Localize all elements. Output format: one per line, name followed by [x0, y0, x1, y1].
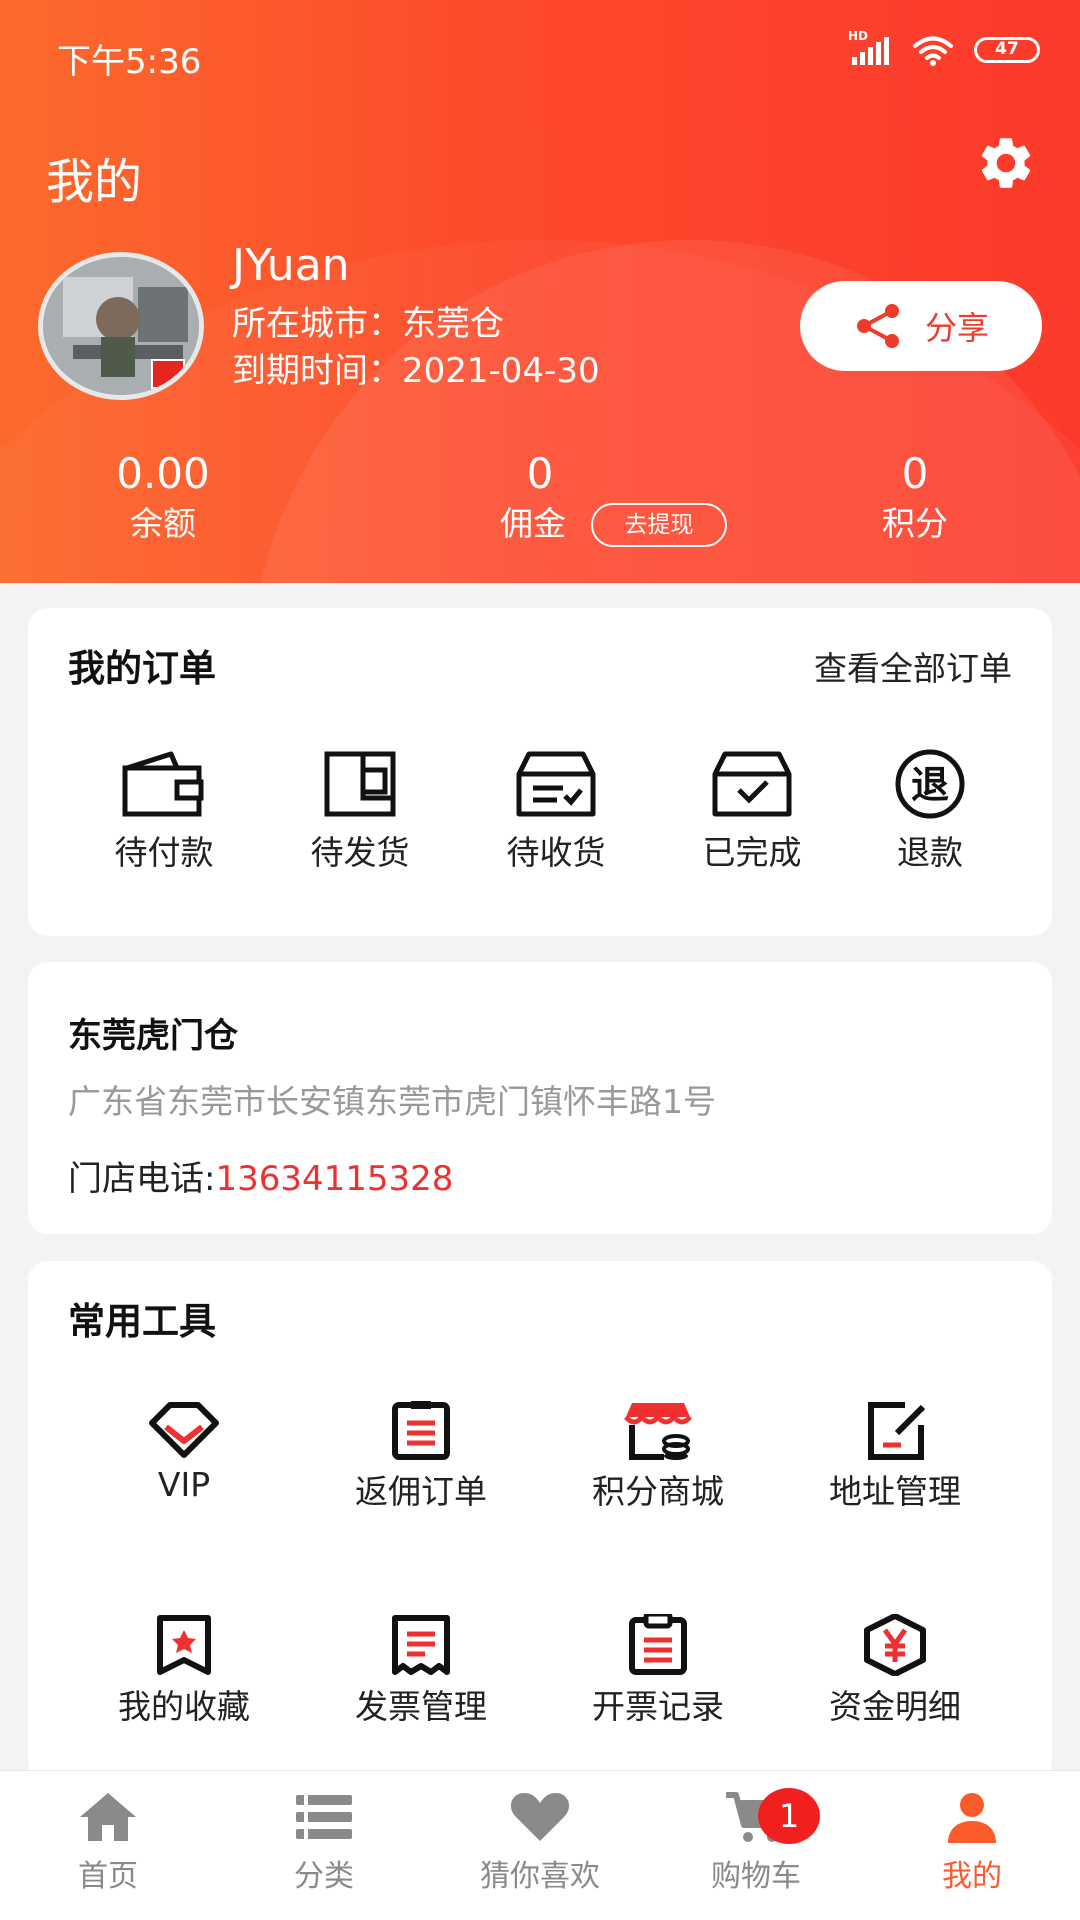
tool-label: 发票管理 — [355, 1687, 487, 1726]
refund-icon: 退 — [895, 749, 965, 819]
clipboard-list-icon — [629, 1614, 687, 1675]
share-label: 分享 — [924, 309, 989, 347]
tool-label: 开票记录 — [592, 1687, 724, 1726]
user-icon — [948, 1793, 996, 1843]
tab-category[interactable]: 分类 — [224, 1789, 424, 1895]
balance-label: 余额 — [130, 504, 196, 543]
status-time: 下午5:36 — [57, 42, 202, 82]
tool-label: 我的收藏 — [118, 1687, 250, 1726]
tool-label: 积分商城 — [592, 1472, 724, 1511]
status-bar: 下午5:36 HD 47 — [0, 0, 1080, 105]
cellular-signal-icon: HD — [848, 29, 892, 65]
tab-home[interactable]: 首页 — [8, 1789, 208, 1895]
tab-recommended[interactable]: 猜你喜欢 — [440, 1789, 640, 1895]
package-icon — [324, 751, 396, 817]
commission-value: 0 — [526, 449, 554, 498]
tab-mine[interactable]: 我的 — [872, 1789, 1072, 1895]
tool-commission-orders[interactable]: 返佣订单 — [311, 1399, 531, 1513]
china-flag-badge — [151, 359, 185, 389]
store-card[interactable]: 东莞虎门仓 广东省东莞市长安镇东莞市虎门镇怀丰路1号 门店电话:13634115… — [28, 962, 1052, 1234]
tool-vip[interactable]: VIP — [74, 1399, 294, 1504]
points-value: 0 — [901, 449, 929, 498]
tool-label: VIP — [157, 1465, 211, 1504]
list-icon — [296, 1795, 352, 1839]
tab-cart[interactable]: 购物车 — [656, 1789, 856, 1895]
balance-stat[interactable]: 0.00 余额 — [83, 450, 243, 546]
cart-count-badge: 1 — [758, 1788, 820, 1844]
withdraw-button[interactable]: 去提现 — [591, 503, 727, 547]
edit-note-icon — [868, 1402, 926, 1460]
tool-label: 资金明细 — [829, 1687, 961, 1726]
tool-label: 地址管理 — [829, 1472, 961, 1511]
svg-text:退: 退 — [911, 763, 949, 807]
store-name: 东莞虎门仓 — [68, 1016, 238, 1056]
avatar[interactable] — [38, 252, 204, 400]
tab-label: 分类 — [294, 1859, 354, 1894]
store-phone: 门店电话:13634115328 — [68, 1151, 453, 1200]
tools-title: 常用工具 — [68, 1300, 216, 1343]
status-icons: HD 47 — [848, 29, 1040, 66]
home-icon — [80, 1793, 136, 1841]
tab-label: 首页 — [78, 1859, 138, 1894]
wifi-icon — [913, 36, 953, 66]
tab-label: 购物车 — [711, 1859, 801, 1894]
orders-title: 我的订单 — [68, 647, 216, 690]
store-address: 广东省东莞市长安镇东莞市虎门镇怀丰路1号 — [68, 1082, 716, 1121]
balance-value: 0.00 — [116, 449, 210, 498]
shop-icon — [624, 1403, 692, 1460]
order-item-label: 已完成 — [702, 833, 802, 872]
receipt-icon — [392, 1615, 450, 1675]
order-item-label: 退款 — [897, 833, 963, 872]
tool-fund-details[interactable]: 资金明细 — [785, 1614, 1005, 1728]
tool-address-management[interactable]: 地址管理 — [785, 1399, 1005, 1513]
bottom-tab-bar: 首页 分类 猜你喜欢 购物车 我的 — [0, 1770, 1080, 1920]
clipboard-icon — [392, 1401, 450, 1460]
order-pending-receipt[interactable]: 待收货 — [476, 748, 636, 874]
share-button[interactable]: 分享 — [800, 281, 1042, 371]
yen-shield-icon — [864, 1614, 926, 1676]
tool-points-mall[interactable]: 积分商城 — [548, 1399, 768, 1513]
points-label: 积分 — [882, 504, 948, 543]
store-phone-label: 门店电话: — [68, 1159, 216, 1199]
user-name: JYuan — [232, 240, 350, 291]
profile-header: 下午5:36 HD 47 我的 JYuan 所在城市：东莞仓 到期时间：2021… — [0, 0, 1080, 583]
order-item-label: 待收货 — [506, 833, 606, 872]
order-refund[interactable]: 退 退款 — [850, 748, 1010, 874]
settings-gear-icon[interactable] — [975, 132, 1037, 194]
points-stat[interactable]: 0 积分 — [835, 450, 995, 546]
page-title: 我的 — [46, 154, 143, 210]
order-pending-payment[interactable]: 待付款 — [84, 748, 244, 874]
order-pending-shipment[interactable]: 待发货 — [280, 748, 440, 874]
user-city: 所在城市：东莞仓 — [232, 304, 504, 344]
user-expiry-date: 到期时间：2021-04-30 — [232, 351, 600, 391]
tool-invoice-records[interactable]: 开票记录 — [548, 1614, 768, 1728]
box-check-icon — [712, 751, 792, 817]
share-icon — [856, 304, 899, 348]
order-item-label: 待发货 — [310, 833, 410, 872]
wallet-icon — [122, 751, 204, 817]
bookmark-icon — [157, 1615, 211, 1675]
tool-invoice-management[interactable]: 发票管理 — [311, 1614, 531, 1728]
battery-icon: 47 — [974, 37, 1040, 63]
inbox-icon — [516, 751, 596, 817]
order-item-label: 待付款 — [114, 833, 214, 872]
view-all-orders-link[interactable]: 查看全部订单 — [814, 642, 1012, 690]
tab-label: 猜你喜欢 — [480, 1859, 600, 1894]
heart-icon — [510, 1793, 570, 1841]
tool-my-favorites[interactable]: 我的收藏 — [74, 1614, 294, 1728]
order-completed[interactable]: 已完成 — [672, 748, 832, 874]
tab-label: 我的 — [942, 1859, 1002, 1894]
store-phone-number[interactable]: 13634115328 — [215, 1159, 453, 1199]
tool-label: 返佣订单 — [355, 1472, 487, 1511]
my-orders-card: 我的订单 查看全部订单 待付款 待发货 待收货 已完成 退 退款 — [28, 608, 1052, 936]
diamond-icon — [149, 1402, 219, 1458]
